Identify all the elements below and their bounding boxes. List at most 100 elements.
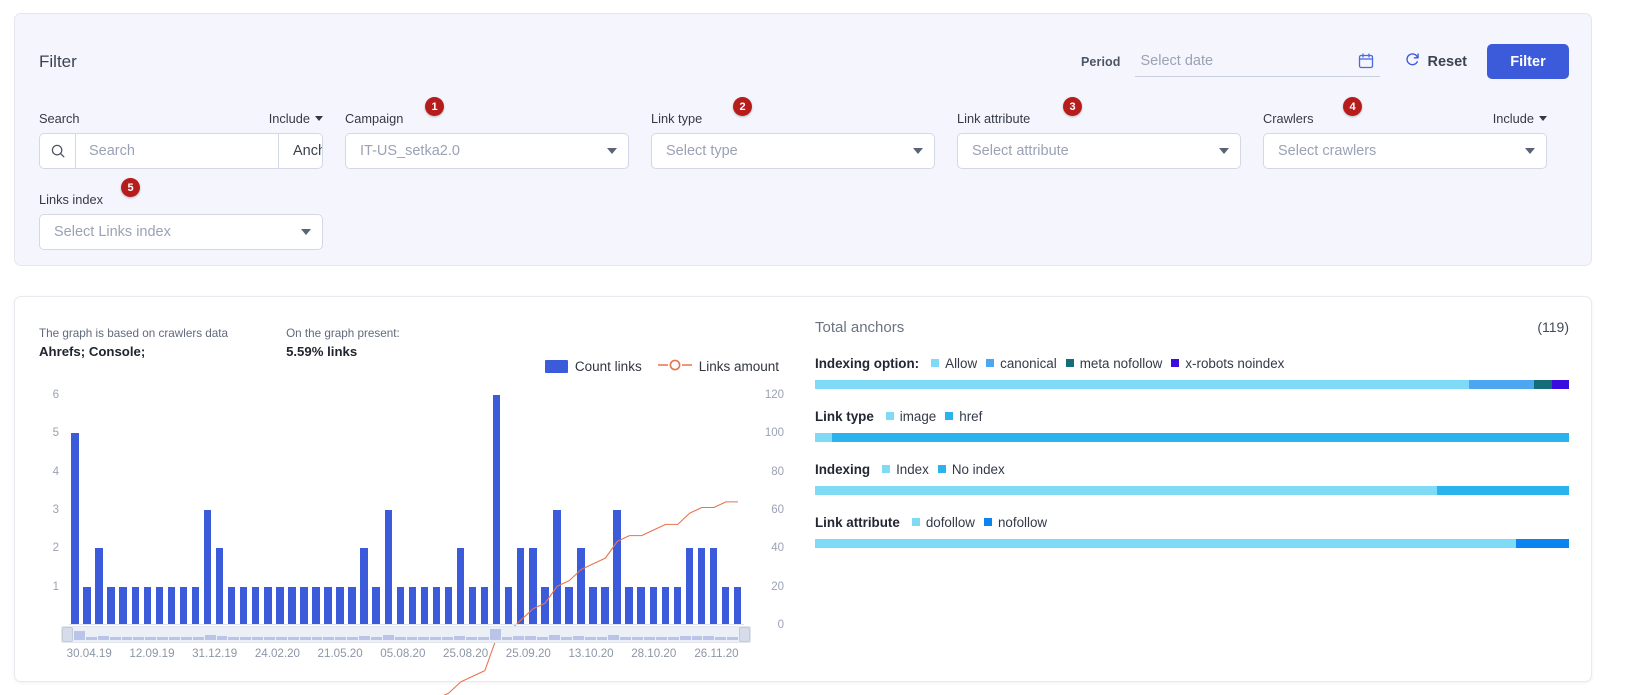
scrollbar-mini-bar xyxy=(85,636,97,640)
chart-scroll-handle-left[interactable] xyxy=(62,627,73,642)
anchor-legend-label: nofollow xyxy=(997,514,1048,530)
reset-label: Reset xyxy=(1427,53,1468,70)
badge-1: 1 xyxy=(425,97,444,116)
scrollbar-mini-bar xyxy=(513,636,525,640)
search-input[interactable] xyxy=(76,134,278,168)
scrollbar-mini-bar xyxy=(430,636,442,640)
x-tick-label: 13.10.20 xyxy=(568,647,614,660)
link-type-select[interactable]: Select type xyxy=(651,133,935,169)
anchor-bar-segment[interactable] xyxy=(1551,380,1569,389)
scrollbar-mini-bar xyxy=(525,636,537,640)
anchor-legend-item[interactable]: x-robots noindex xyxy=(1171,356,1284,371)
color-swatch-icon xyxy=(1065,359,1074,367)
period-row: Period Select date Reset Filter xyxy=(1081,44,1569,79)
scrollbar-mini-bar xyxy=(74,630,85,640)
crawlers-include-label: Include xyxy=(1492,110,1534,126)
crawlers-include-toggle[interactable]: Include xyxy=(1493,111,1547,126)
scrollbar-mini-bar xyxy=(169,636,180,640)
scrollbar-mini-bar xyxy=(287,636,299,640)
anchor-bar-segment[interactable] xyxy=(1469,380,1534,389)
anchor-legend-item[interactable]: Index xyxy=(882,462,929,477)
chart-scrollbar-preview xyxy=(74,629,738,640)
legend-item-count-links[interactable]: Count links xyxy=(544,359,642,374)
anchor-legend-item[interactable]: href xyxy=(945,409,982,424)
field-search-label: Search xyxy=(39,110,80,126)
anchor-legend-item[interactable]: No index xyxy=(937,461,1005,477)
links-index-select[interactable]: Select Links index xyxy=(39,214,323,250)
links-timeseries-chart: 6543210 120100806040200 30.04.1912.09.19… xyxy=(39,389,784,655)
y-tick-left: 3 xyxy=(52,504,59,516)
reset-button[interactable]: Reset xyxy=(1404,51,1468,72)
scrollbar-mini-bar xyxy=(584,636,596,640)
x-tick-label: 26.11.20 xyxy=(694,647,739,660)
scrollbar-mini-bar xyxy=(204,634,216,640)
scrollbar-mini-bar xyxy=(121,636,133,640)
scrollbar-mini-bar xyxy=(347,636,358,640)
x-tick-label: 28.10.20 xyxy=(631,647,677,660)
anchor-bar-segment[interactable] xyxy=(815,433,832,442)
field-search: Search Include Search Anc xyxy=(39,109,323,169)
anchor-legend-item[interactable]: nofollow xyxy=(983,514,1048,530)
total-anchors-header: Total anchors (119) xyxy=(815,319,1569,336)
chevron-down-icon xyxy=(607,148,617,154)
anchor-stacked-bar xyxy=(815,433,1569,442)
scrollbar-mini-bar xyxy=(157,636,168,640)
date-picker[interactable]: Select date xyxy=(1134,47,1380,77)
anchor-bar-segment[interactable] xyxy=(1437,486,1569,495)
apply-filter-button[interactable]: Filter xyxy=(1487,44,1569,79)
search-field[interactable]: Anchor xyxy=(39,133,323,169)
scrollbar-mini-bar xyxy=(252,636,263,640)
scrollbar-mini-bar xyxy=(382,634,394,640)
legend-item-links-amount[interactable]: Links amount xyxy=(657,359,779,374)
filter-fields-row-1: Search Include Search Anc Campaign 1 IT-… xyxy=(39,97,1573,169)
anchor-legend-label: meta nofollow xyxy=(1079,355,1163,371)
anchor-legend-item[interactable]: image xyxy=(885,409,936,424)
scrollbar-mini-bar xyxy=(715,636,727,640)
search-mode-select[interactable]: Anchor xyxy=(278,134,322,168)
field-link-attribute: Link attribute 3 Select attribute xyxy=(957,97,1241,169)
scrollbar-mini-bar xyxy=(97,636,109,640)
links-index-select-value: Select Links index xyxy=(54,224,171,240)
field-campaign-label: Campaign xyxy=(345,110,404,126)
filter-fields-row-2: Links index 5 Select Links index xyxy=(39,178,1573,250)
chart-scroll-handle-right[interactable] xyxy=(739,627,750,642)
total-anchors-count: (119) xyxy=(1537,319,1569,335)
campaign-select[interactable]: IT-US_setka2.0 xyxy=(345,133,629,169)
anchor-bar-segment[interactable] xyxy=(831,433,1569,442)
scrollbar-mini-bar xyxy=(192,636,204,640)
scrollbar-mini-bar xyxy=(644,636,655,640)
anchor-stacked-bar xyxy=(815,539,1569,548)
anchor-metric-name: Indexing xyxy=(815,461,871,477)
scrollbar-mini-bar xyxy=(679,636,691,640)
anchor-legend-item[interactable]: meta nofollow xyxy=(1065,355,1163,371)
crawlers-select[interactable]: Select crawlers xyxy=(1263,133,1547,169)
anchor-bar-segment[interactable] xyxy=(1533,380,1552,389)
anchor-legend-item[interactable]: dofollow xyxy=(911,515,975,530)
link-attribute-select[interactable]: Select attribute xyxy=(957,133,1241,169)
scrollbar-mini-bar xyxy=(620,636,632,640)
anchor-bar-segment[interactable] xyxy=(815,539,1517,548)
anchor-bar-segment[interactable] xyxy=(815,486,1438,495)
y-tick-right: 0 xyxy=(777,619,784,631)
anchor-legend-item[interactable]: Allow xyxy=(931,356,977,371)
y-tick-right: 100 xyxy=(764,427,784,440)
scrollbar-mini-bar xyxy=(442,636,453,640)
total-anchors-title: Total anchors xyxy=(815,319,905,336)
chevron-down-icon xyxy=(315,115,323,121)
scrollbar-mini-bar xyxy=(311,636,323,640)
anchor-bar-segment[interactable] xyxy=(1516,539,1569,548)
anchor-bar-segment[interactable] xyxy=(815,380,1470,389)
field-link-type-label: Link type xyxy=(651,110,703,126)
scrollbar-mini-bar xyxy=(537,636,548,640)
anchor-legend-item[interactable]: canonical xyxy=(986,356,1057,371)
chevron-down-icon xyxy=(1539,115,1547,121)
line-marker-icon xyxy=(657,359,692,374)
graph-note-source-value: Ahrefs; Console; xyxy=(39,344,146,359)
anchor-legend-label: No index xyxy=(951,461,1005,477)
field-crawlers: Crawlers 4 Include Select crawlers xyxy=(1263,97,1547,169)
anchor-legend-label: href xyxy=(959,408,983,424)
legend-label-links-amount: Links amount xyxy=(698,359,779,374)
search-include-toggle[interactable]: Include xyxy=(269,111,323,126)
search-icon[interactable] xyxy=(40,134,76,168)
chart-scrollbar[interactable] xyxy=(61,626,751,643)
